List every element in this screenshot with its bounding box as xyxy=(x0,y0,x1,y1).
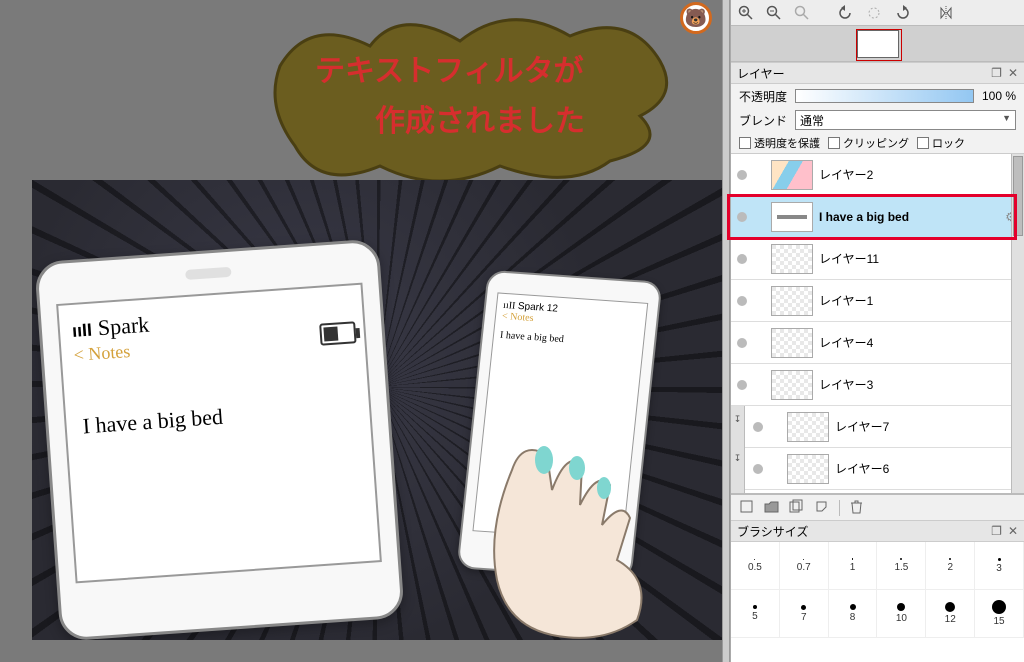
layer-list[interactable]: ↧↧ レイヤー2 I have a big bed ⚙ レイヤー11 レイヤー1… xyxy=(731,154,1024,494)
layer-name: I have a big bed xyxy=(819,210,999,224)
layer-thumbnail xyxy=(771,160,813,190)
layer-row[interactable]: レイヤー6 xyxy=(731,448,1024,490)
folder-stripe[interactable]: ↧↧ xyxy=(731,406,745,493)
user-avatar[interactable]: 🐻 xyxy=(680,2,712,34)
layer-options-row: 透明度を保護 クリッピング ロック xyxy=(731,132,1024,154)
artwork-canvas[interactable]: ııIISpark < Notes I have a big bed ııII … xyxy=(32,180,722,640)
clipping-checkbox[interactable]: クリッピング xyxy=(828,135,909,151)
blend-mode-select[interactable]: 通常 xyxy=(795,110,1016,130)
brush-size-panel: 0.50.711.523 578101215 xyxy=(731,542,1024,662)
new-layer-icon[interactable] xyxy=(739,499,754,517)
layer-name: レイヤー2 xyxy=(819,166,1020,183)
brush-size-cell[interactable]: 15 xyxy=(975,590,1024,638)
layer-thumbnail xyxy=(771,286,813,316)
delete-layer-icon[interactable] xyxy=(850,499,863,517)
layer-footer-toolbar xyxy=(731,494,1024,520)
layer-name: レイヤー11 xyxy=(819,250,1020,267)
zoom-in-icon[interactable] xyxy=(737,4,755,22)
layer-row[interactable]: レイヤー2 xyxy=(731,154,1024,196)
blend-row: ブレンド 通常 xyxy=(731,108,1024,132)
navigator-thumb[interactable] xyxy=(857,30,899,58)
opacity-row: 不透明度 100 % xyxy=(731,84,1024,108)
layer-name: レイヤー1 xyxy=(819,292,1020,309)
brush-size-cell[interactable]: 8 xyxy=(829,590,878,638)
brush-size-cell[interactable]: 1.5 xyxy=(877,542,926,590)
brush-size-cell[interactable]: 3 xyxy=(975,542,1024,590)
handwritten-annotation: テキストフィルタが 作成されました xyxy=(260,6,680,196)
navigator-panel[interactable] xyxy=(731,26,1024,62)
visibility-toggle[interactable] xyxy=(753,422,763,432)
layer-row[interactable]: レイヤー11 xyxy=(731,238,1024,280)
phone-big: ııIISpark < Notes I have a big bed xyxy=(34,238,405,640)
visibility-toggle[interactable] xyxy=(737,338,747,348)
reset-rotation-icon[interactable] xyxy=(865,4,883,22)
layers-title: レイヤー xyxy=(737,65,785,82)
brush-title: ブラシサイズ xyxy=(737,523,808,540)
visibility-toggle[interactable] xyxy=(753,464,763,474)
brush-size-cell[interactable]: 0.5 xyxy=(731,542,780,590)
right-sidebar: レイヤー ❐ ✕ 不透明度 100 % ブレンド 通常 透明度を保護 クリッピング… xyxy=(730,0,1024,662)
layer-row[interactable]: I have a big bed ⚙ xyxy=(731,196,1024,238)
rotate-right-icon[interactable] xyxy=(893,4,911,22)
brush-size-cell[interactable]: 0.7 xyxy=(780,542,829,590)
undock-brush-icon[interactable]: ❐ xyxy=(991,524,1002,538)
layers-panel-header[interactable]: レイヤー ❐ ✕ xyxy=(731,62,1024,84)
carrier-label: Spark xyxy=(97,312,150,341)
visibility-toggle[interactable] xyxy=(737,212,747,222)
new-folder-icon[interactable] xyxy=(764,500,779,516)
panel-divider[interactable] xyxy=(722,0,730,662)
layer-row[interactable]: レイヤー4 xyxy=(731,322,1024,364)
layer-name: レイヤー6 xyxy=(835,460,1020,477)
merge-layer-icon[interactable] xyxy=(814,499,829,517)
layer-thumbnail xyxy=(771,328,813,358)
svg-text:テキストフィルタが: テキストフィルタが xyxy=(315,54,584,88)
opacity-slider[interactable] xyxy=(795,89,974,103)
protect-alpha-checkbox[interactable]: 透明度を保護 xyxy=(739,135,820,151)
duplicate-layer-icon[interactable] xyxy=(789,499,804,517)
undock-icon[interactable]: ❐ xyxy=(991,66,1002,80)
close-brush-icon[interactable]: ✕ xyxy=(1008,524,1018,538)
layer-thumbnail xyxy=(787,454,829,484)
brush-size-cell[interactable]: 7 xyxy=(780,590,829,638)
layer-row[interactable]: レイヤー1 xyxy=(731,280,1024,322)
visibility-toggle[interactable] xyxy=(737,254,747,264)
layer-name: レイヤー7 xyxy=(835,418,1020,435)
layer-scrollbar[interactable] xyxy=(1011,154,1024,493)
opacity-value: 100 % xyxy=(982,89,1016,103)
rotate-left-icon[interactable] xyxy=(837,4,855,22)
hand-drawing xyxy=(452,430,682,640)
layer-name: レイヤー4 xyxy=(819,334,1020,351)
brush-size-cell[interactable]: 12 xyxy=(926,590,975,638)
flip-horizontal-icon[interactable] xyxy=(937,4,955,22)
layer-thumbnail xyxy=(771,370,813,400)
battery-icon xyxy=(319,321,356,345)
zoom-fit-icon[interactable] xyxy=(793,4,811,22)
layer-name: レイヤー3 xyxy=(819,376,1020,393)
visibility-toggle[interactable] xyxy=(737,380,747,390)
svg-text:作成されました: 作成されました xyxy=(375,105,585,138)
brush-panel-header[interactable]: ブラシサイズ ❐ ✕ xyxy=(731,520,1024,542)
phone-text: I have a big bed xyxy=(78,394,358,439)
layer-row[interactable]: レイヤー3 xyxy=(731,364,1024,406)
lock-checkbox[interactable]: ロック xyxy=(917,135,965,151)
visibility-toggle[interactable] xyxy=(737,170,747,180)
brush-size-cell[interactable]: 5 xyxy=(731,590,780,638)
brush-size-cell[interactable]: 1 xyxy=(829,542,878,590)
layer-thumbnail xyxy=(771,244,813,274)
close-panel-icon[interactable]: ✕ xyxy=(1008,66,1018,80)
layer-thumbnail xyxy=(771,202,813,232)
visibility-toggle[interactable] xyxy=(737,296,747,306)
opacity-label: 不透明度 xyxy=(739,88,787,105)
blend-label: ブレンド xyxy=(739,112,787,129)
layer-thumbnail xyxy=(787,412,829,442)
zoom-out-icon[interactable] xyxy=(765,4,783,22)
layer-row[interactable]: レイヤー7 xyxy=(731,406,1024,448)
canvas-area[interactable]: 🐻 テキストフィルタが 作成されました ııIISpark < Notes I … xyxy=(0,0,722,662)
view-toolbar xyxy=(731,0,1024,26)
brush-size-cell[interactable]: 2 xyxy=(926,542,975,590)
brush-size-cell[interactable]: 10 xyxy=(877,590,926,638)
